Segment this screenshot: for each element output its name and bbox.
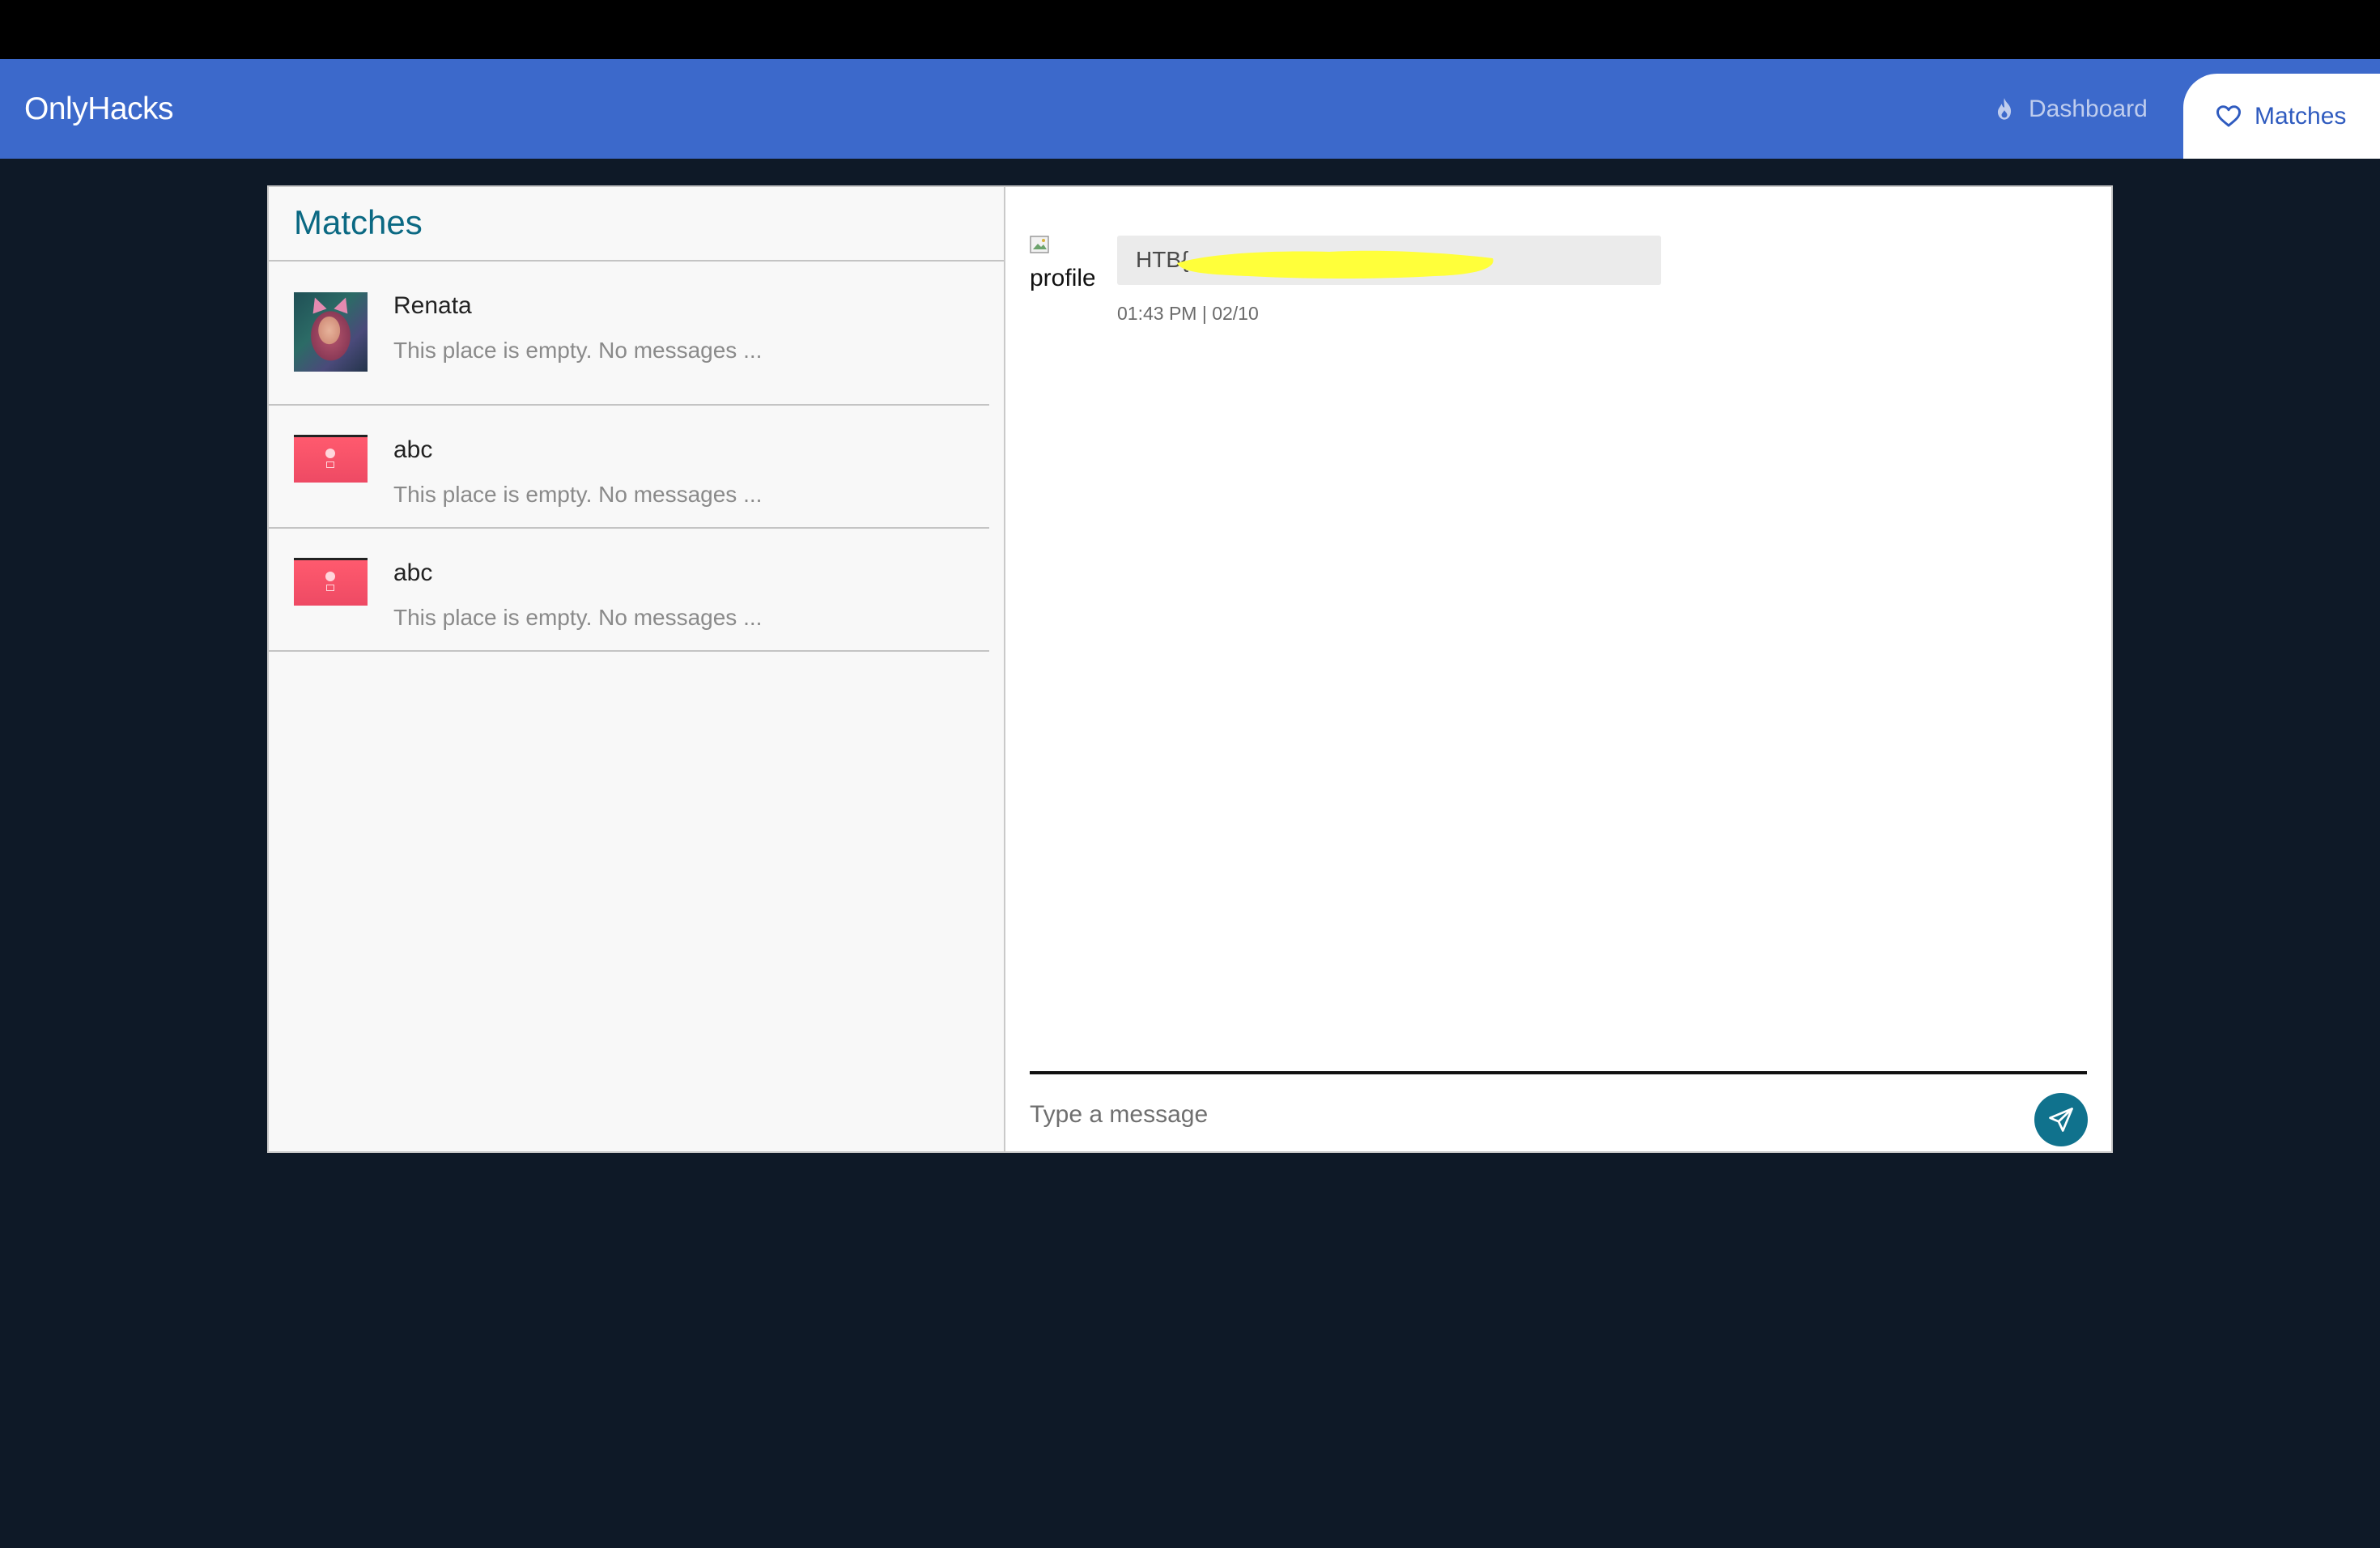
fire-icon xyxy=(1997,97,2012,120)
nav-dashboard-link[interactable]: Dashboard xyxy=(1993,59,2148,159)
browser-top-strip xyxy=(0,0,2380,59)
send-button[interactable] xyxy=(2034,1093,2088,1146)
match-name: abc xyxy=(393,436,433,463)
match-preview: This place is empty. No messages ... xyxy=(393,605,763,630)
match-item-abc[interactable]: abc This place is empty. No messages ... xyxy=(269,406,989,529)
match-preview: This place is empty. No messages ... xyxy=(393,482,763,507)
broken-image-icon xyxy=(1030,236,1049,253)
matches-header: Matches xyxy=(269,187,1004,262)
brand-logo[interactable]: OnlyHacks xyxy=(24,59,174,159)
nav-matches-label: Matches xyxy=(2255,102,2347,130)
matches-title: Matches xyxy=(294,203,423,241)
match-item-renata[interactable]: Renata This place is empty. No messages … xyxy=(269,262,989,406)
avatar xyxy=(294,558,368,606)
message-input[interactable] xyxy=(1030,1091,2001,1139)
match-name: Renata xyxy=(393,292,472,319)
chat-pane: profile HTB{ 01:43 PM | 02/10 xyxy=(1005,187,2111,1151)
avatar xyxy=(294,435,368,483)
nav-matches-link[interactable]: Matches xyxy=(2183,74,2380,159)
message-timestamp: 01:43 PM | 02/10 xyxy=(1117,303,1259,324)
nav-dashboard-label: Dashboard xyxy=(2029,95,2148,122)
messenger-panel: Matches Renata This place is empty. No m… xyxy=(267,185,2113,1153)
avatar xyxy=(294,292,368,372)
matches-sidebar: Matches Renata This place is empty. No m… xyxy=(269,187,1005,1151)
compose-divider xyxy=(1030,1071,2087,1074)
sender-profile-image: profile xyxy=(1030,236,1094,292)
heart-icon xyxy=(2216,104,2242,127)
match-item-abc[interactable]: abc This place is empty. No messages ... xyxy=(269,529,989,652)
match-preview: This place is empty. No messages ... xyxy=(393,338,763,363)
match-name: abc xyxy=(393,559,433,586)
send-icon xyxy=(2049,1108,2073,1132)
message-bubble: HTB{ xyxy=(1117,236,1661,285)
navbar: OnlyHacks Dashboard Matches xyxy=(0,59,2380,159)
redaction-highlight xyxy=(1177,250,1494,279)
profile-image-alt: profile xyxy=(1030,265,1094,291)
